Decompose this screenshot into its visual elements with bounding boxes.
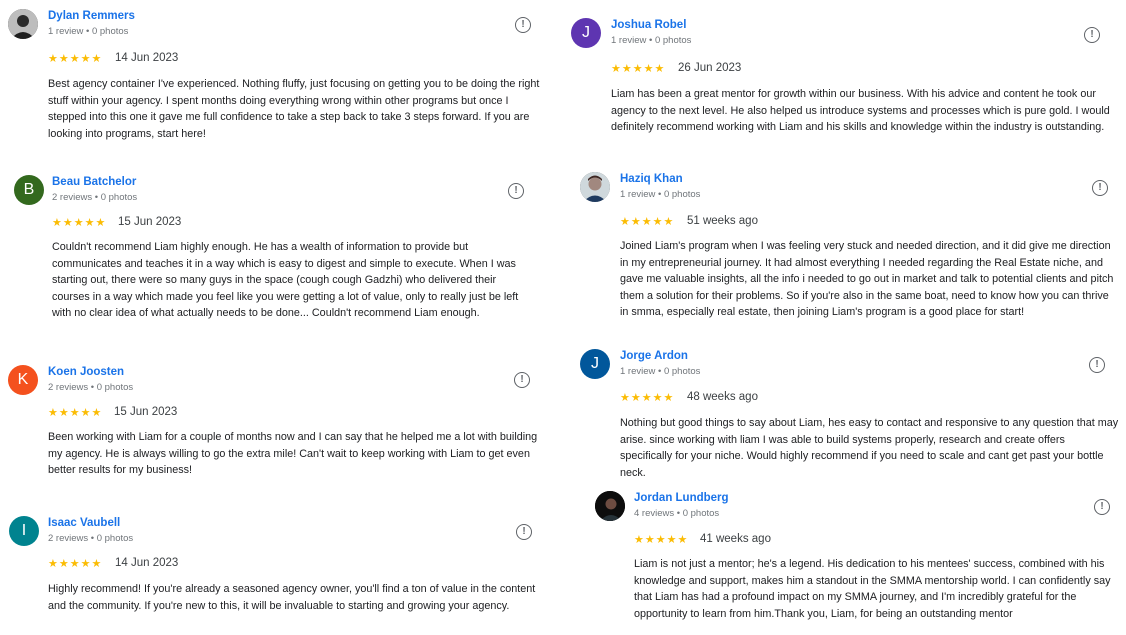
reviewer-name[interactable]: Koen Joosten [48, 366, 124, 378]
reviewer-name[interactable]: Jordan Lundberg [634, 492, 729, 504]
report-icon[interactable]: ! [1092, 180, 1108, 196]
avatar[interactable] [580, 172, 610, 202]
review-text: Best agency container I've experienced. … [48, 78, 540, 140]
review-text: Highly recommend! If you're already a se… [48, 583, 536, 612]
review-card: B Beau Batchelor 2 reviews • 0 photos ! … [14, 175, 544, 335]
reviewer-name[interactable]: Haziq Khan [620, 173, 683, 185]
avatar[interactable]: I [9, 516, 39, 546]
star-rating: ★★★★★ [48, 407, 103, 419]
review-card: K Koen Joosten 2 reviews • 0 photos ! ★★… [8, 365, 548, 485]
reviewer-meta: 2 reviews • 0 photos [48, 382, 134, 393]
review-card: J Jorge Ardon 1 review • 0 photos ! ★★★★… [580, 349, 1125, 484]
review-text: Liam has been a great mentor for growth … [611, 88, 1110, 133]
avatar[interactable] [595, 491, 625, 521]
reviewer-meta: 1 review • 0 photos [48, 26, 129, 37]
report-icon[interactable]: ! [516, 524, 532, 540]
review-text: Been working with Liam for a couple of m… [48, 431, 538, 476]
review-text: Joined Liam's program when I was feeling… [620, 240, 1114, 318]
reviewer-name[interactable]: Dylan Remmers [48, 10, 135, 22]
avatar[interactable] [8, 9, 38, 39]
reviewer-name[interactable]: Isaac Vaubell [48, 517, 120, 529]
report-icon[interactable]: ! [1084, 27, 1100, 43]
reviewer-name[interactable]: Beau Batchelor [52, 176, 136, 188]
avatar[interactable]: J [580, 349, 610, 379]
review-date: 14 Jun 2023 [115, 557, 179, 569]
report-icon[interactable]: ! [1089, 357, 1105, 373]
review-text: Liam is not just a mentor; he's a legend… [634, 558, 1111, 620]
review-date: 15 Jun 2023 [118, 216, 182, 228]
review-date: 51 weeks ago [687, 215, 758, 227]
avatar[interactable]: K [8, 365, 38, 395]
reviewer-meta: 1 review • 0 photos [620, 189, 701, 200]
reviewer-meta: 1 review • 0 photos [611, 35, 692, 46]
review-date: 15 Jun 2023 [114, 406, 178, 418]
star-rating: ★★★★★ [611, 63, 666, 75]
review-text: Couldn't recommend Liam highly enough. H… [52, 241, 519, 319]
review-date: 48 weeks ago [687, 391, 758, 403]
reviewer-meta: 2 reviews • 0 photos [48, 533, 134, 544]
review-card: Jordan Lundberg 4 reviews • 0 photos ! ★… [595, 491, 1120, 634]
reviewer-name[interactable]: Jorge Ardon [620, 350, 688, 362]
report-icon[interactable]: ! [515, 17, 531, 33]
star-rating: ★★★★★ [48, 558, 103, 570]
star-rating: ★★★★★ [620, 216, 675, 228]
reviewer-name[interactable]: Joshua Robel [611, 19, 686, 31]
report-icon[interactable]: ! [1094, 499, 1110, 515]
review-card: I Isaac Vaubell 2 reviews • 0 photos ! ★… [9, 516, 549, 634]
review-card: Haziq Khan 1 review • 0 photos ! ★★★★★ 5… [580, 172, 1120, 342]
avatar[interactable]: B [14, 175, 44, 205]
star-rating: ★★★★★ [52, 217, 107, 229]
reviewer-meta: 1 review • 0 photos [620, 366, 701, 377]
review-date: 41 weeks ago [700, 533, 771, 545]
report-icon[interactable]: ! [514, 372, 530, 388]
review-date: 26 Jun 2023 [678, 62, 742, 74]
review-card: Dylan Remmers 1 review • 0 photos ! ★★★★… [8, 9, 548, 149]
star-rating: ★★★★★ [620, 392, 675, 404]
reviewer-meta: 4 reviews • 0 photos [634, 508, 720, 519]
review-card: J Joshua Robel 1 review • 0 photos ! ★★★… [571, 18, 1116, 158]
star-rating: ★★★★★ [48, 53, 103, 65]
review-date: 14 Jun 2023 [115, 52, 179, 64]
star-rating: ★★★★★ [634, 534, 689, 546]
review-text: Nothing but good things to say about Lia… [620, 417, 1119, 479]
reviewer-meta: 2 reviews • 0 photos [52, 192, 138, 203]
avatar[interactable]: J [571, 18, 601, 48]
report-icon[interactable]: ! [508, 183, 524, 199]
